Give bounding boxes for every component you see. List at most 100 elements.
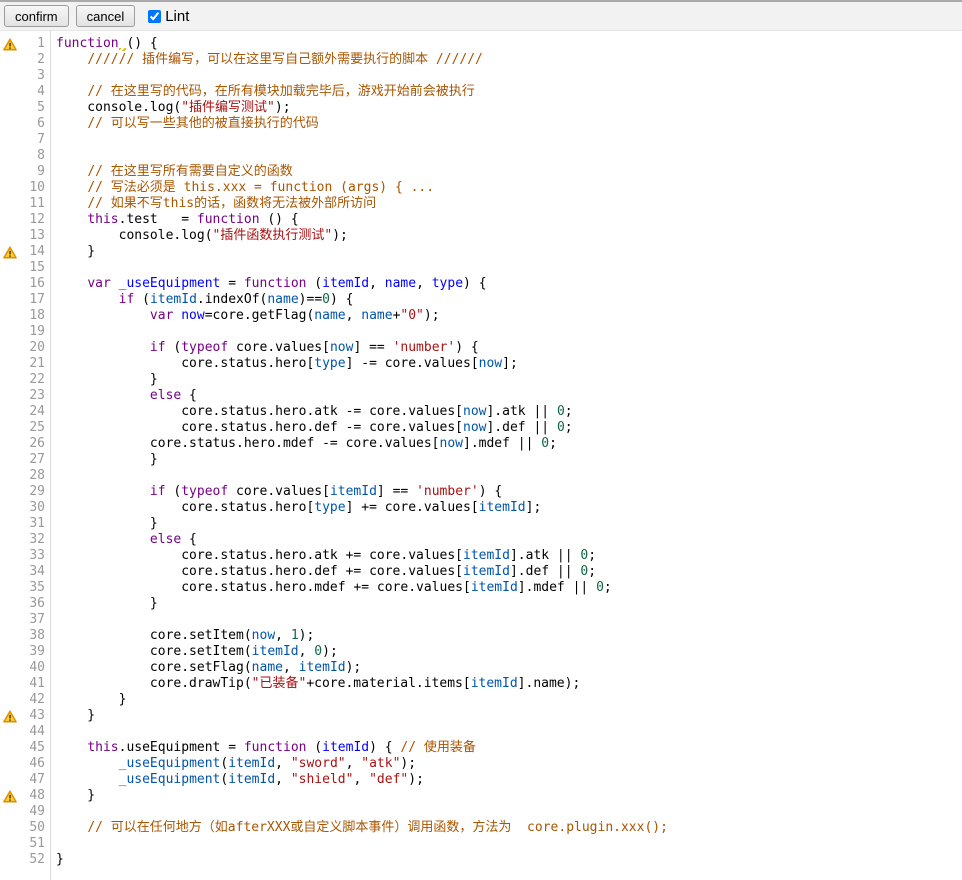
code-line[interactable]: 15: [0, 260, 962, 276]
code-line[interactable]: 14 }: [0, 244, 962, 260]
code-text: }: [45, 596, 158, 612]
code-line[interactable]: 26 core.status.hero.mdef -= core.values[…: [0, 436, 962, 452]
code-line[interactable]: 36 }: [0, 596, 962, 612]
code-line[interactable]: 47 _useEquipment(itemId, "shield", "def"…: [0, 772, 962, 788]
code-text: core.setFlag(name, itemId);: [45, 660, 361, 676]
gutter-marker: [0, 52, 20, 68]
code-line[interactable]: 38 core.setItem(now, 1);: [0, 628, 962, 644]
code-line[interactable]: 21 core.status.hero[type] -= core.values…: [0, 356, 962, 372]
line-number: 16: [20, 276, 45, 292]
code-text: ////// 插件编写，可以在这里写自己额外需要执行的脚本 //////: [45, 52, 483, 68]
code-line[interactable]: 49: [0, 804, 962, 820]
lint-checkbox[interactable]: [148, 10, 161, 23]
line-number: 24: [20, 404, 45, 420]
code-line[interactable]: 27 }: [0, 452, 962, 468]
warning-triangle-icon: [3, 38, 17, 51]
line-number: 2: [20, 52, 45, 68]
code-line[interactable]: 3: [0, 68, 962, 84]
code-text: [45, 468, 56, 484]
gutter-marker: [0, 852, 20, 868]
code-text: [45, 836, 56, 852]
lint-label: Lint: [165, 8, 189, 25]
code-line[interactable]: 18 var now=core.getFlag(name, name+"0");: [0, 308, 962, 324]
gutter-marker: [0, 324, 20, 340]
code-text: // 写法必须是 this.xxx = function (args) { ..…: [45, 180, 434, 196]
code-line[interactable]: 9 // 在这里写所有需要自定义的函数: [0, 164, 962, 180]
gutter-marker: [0, 84, 20, 100]
code-text: // 可以写一些其他的被直接执行的代码: [45, 116, 319, 132]
confirm-button[interactable]: confirm: [4, 5, 69, 27]
gutter-marker: [0, 820, 20, 836]
code-line[interactable]: 10 // 写法必须是 this.xxx = function (args) {…: [0, 180, 962, 196]
code-line[interactable]: 31 }: [0, 516, 962, 532]
lint-warning-icon[interactable]: [0, 788, 20, 804]
code-line[interactable]: 52}: [0, 852, 962, 868]
code-line[interactable]: 13 console.log("插件函数执行测试");: [0, 228, 962, 244]
code-line[interactable]: 46 _useEquipment(itemId, "sword", "atk")…: [0, 756, 962, 772]
code-text: [45, 724, 56, 740]
code-line[interactable]: 17 if (itemId.indexOf(name)==0) {: [0, 292, 962, 308]
code-text: core.status.hero.mdef += core.values[ite…: [45, 580, 612, 596]
line-number: 20: [20, 340, 45, 356]
gutter-marker: [0, 260, 20, 276]
code-line[interactable]: 40 core.setFlag(name, itemId);: [0, 660, 962, 676]
code-line[interactable]: 12 this.test = function () {: [0, 212, 962, 228]
code-text: this.useEquipment = function (itemId) { …: [45, 740, 476, 756]
gutter-marker: [0, 612, 20, 628]
code-line[interactable]: 7: [0, 132, 962, 148]
code-line[interactable]: 11 // 如果不写this的话，函数将无法被外部所访问: [0, 196, 962, 212]
line-number: 21: [20, 356, 45, 372]
code-line[interactable]: 41 core.drawTip("已装备"+core.material.item…: [0, 676, 962, 692]
code-line[interactable]: 30 core.status.hero[type] += core.values…: [0, 500, 962, 516]
code-line[interactable]: 42 }: [0, 692, 962, 708]
gutter-marker: [0, 180, 20, 196]
code-line[interactable]: 43 }: [0, 708, 962, 724]
lint-warning-icon[interactable]: [0, 244, 20, 260]
gutter-marker: [0, 100, 20, 116]
code-editor[interactable]: 1function () {2 ////// 插件编写，可以在这里写自己额外需要…: [0, 31, 962, 880]
line-number: 29: [20, 484, 45, 500]
code-line[interactable]: 44: [0, 724, 962, 740]
code-line[interactable]: 24 core.status.hero.atk -= core.values[n…: [0, 404, 962, 420]
code-line[interactable]: 16 var _useEquipment = function (itemId,…: [0, 276, 962, 292]
line-number: 27: [20, 452, 45, 468]
code-text: console.log("插件函数执行测试");: [45, 228, 348, 244]
code-line[interactable]: 39 core.setItem(itemId, 0);: [0, 644, 962, 660]
code-line[interactable]: 19: [0, 324, 962, 340]
code-line[interactable]: 4 // 在这里写的代码，在所有模块加载完毕后，游戏开始前会被执行: [0, 84, 962, 100]
code-line[interactable]: 1function () {: [0, 36, 962, 52]
code-line[interactable]: 35 core.status.hero.mdef += core.values[…: [0, 580, 962, 596]
code-line[interactable]: 32 else {: [0, 532, 962, 548]
code-lines: 1function () {2 ////// 插件编写，可以在这里写自己额外需要…: [0, 31, 962, 868]
code-line[interactable]: 33 core.status.hero.atk += core.values[i…: [0, 548, 962, 564]
lint-warning-icon[interactable]: [0, 708, 20, 724]
code-line[interactable]: 2 ////// 插件编写，可以在这里写自己额外需要执行的脚本 //////: [0, 52, 962, 68]
line-number: 50: [20, 820, 45, 836]
code-line[interactable]: 23 else {: [0, 388, 962, 404]
code-line[interactable]: 45 this.useEquipment = function (itemId)…: [0, 740, 962, 756]
code-text: // 在这里写所有需要自定义的函数: [45, 164, 293, 180]
code-line[interactable]: 48 }: [0, 788, 962, 804]
code-line[interactable]: 25 core.status.hero.def -= core.values[n…: [0, 420, 962, 436]
code-line[interactable]: 22 }: [0, 372, 962, 388]
code-line[interactable]: 37: [0, 612, 962, 628]
line-number: 36: [20, 596, 45, 612]
code-line[interactable]: 34 core.status.hero.def += core.values[i…: [0, 564, 962, 580]
code-line[interactable]: 28: [0, 468, 962, 484]
code-line[interactable]: 50 // 可以在任何地方（如afterXXX或自定义脚本事件）调用函数，方法为…: [0, 820, 962, 836]
code-line[interactable]: 20 if (typeof core.values[now] == 'numbe…: [0, 340, 962, 356]
code-line[interactable]: 29 if (typeof core.values[itemId] == 'nu…: [0, 484, 962, 500]
code-line[interactable]: 6 // 可以写一些其他的被直接执行的代码: [0, 116, 962, 132]
line-number: 42: [20, 692, 45, 708]
code-text: }: [45, 516, 158, 532]
code-line[interactable]: 51: [0, 836, 962, 852]
line-number: 28: [20, 468, 45, 484]
code-text: var _useEquipment = function (itemId, na…: [45, 276, 487, 292]
cancel-button[interactable]: cancel: [76, 5, 136, 27]
code-text: core.setItem(now, 1);: [45, 628, 314, 644]
code-text: core.status.hero[type] += core.values[it…: [45, 500, 541, 516]
code-line[interactable]: 5 console.log("插件编写测试");: [0, 100, 962, 116]
code-line[interactable]: 8: [0, 148, 962, 164]
gutter-marker: [0, 452, 20, 468]
lint-warning-icon[interactable]: [0, 36, 20, 52]
